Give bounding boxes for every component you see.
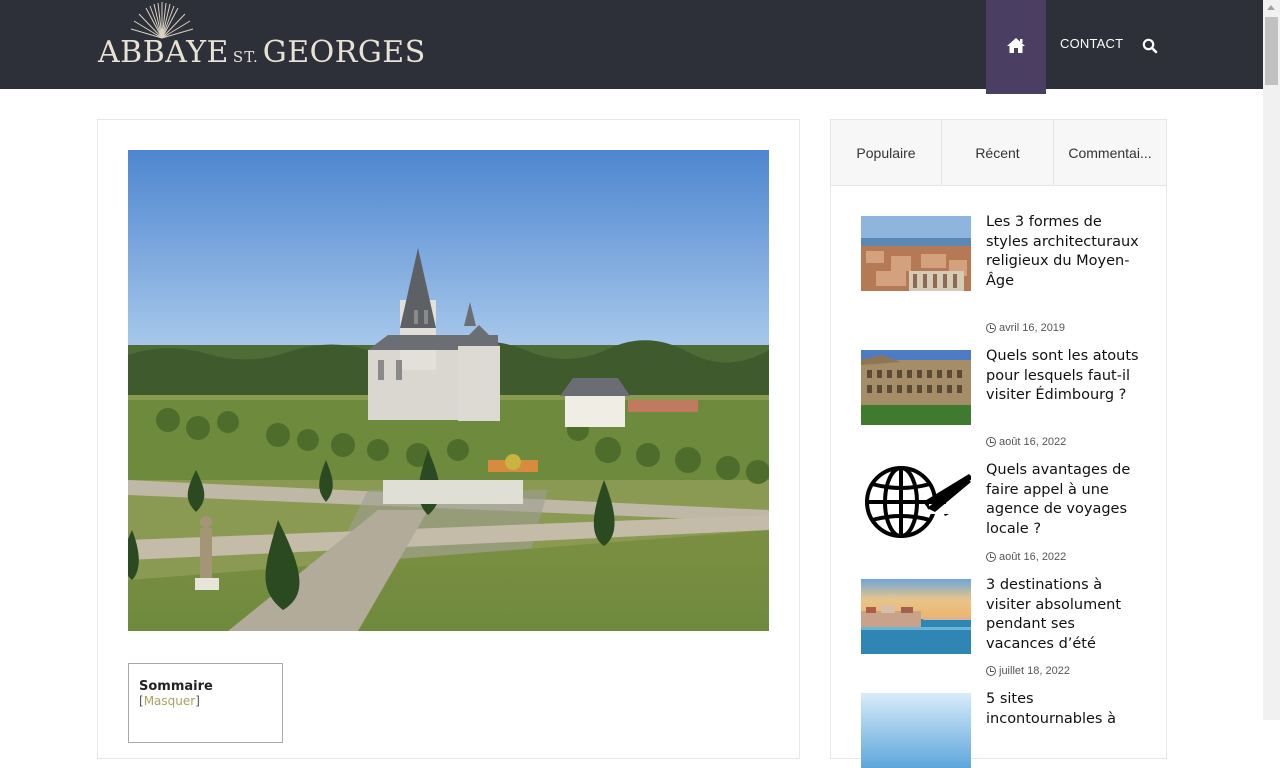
search-icon — [1142, 38, 1158, 54]
logo-abbaye: ABBAYE — [98, 35, 229, 70]
site-logo[interactable]: ABBAYE ST. GEORGES — [98, 0, 425, 70]
toc-bracket-close: ] — [195, 694, 200, 708]
post-title[interactable]: Quels avantages de faire appel à une age… — [986, 461, 1141, 539]
nav-home-button[interactable] — [986, 0, 1046, 94]
post-date: juillet 18, 2022 — [986, 665, 1070, 677]
post-thumbnail[interactable] — [861, 464, 971, 539]
post-title[interactable]: Les 3 formes de styles architecturaux re… — [986, 213, 1141, 291]
clock-icon — [986, 666, 996, 676]
post-thumbnail[interactable] — [861, 693, 971, 768]
scrollbar-thumb[interactable] — [1265, 17, 1278, 85]
clock-icon — [986, 323, 996, 333]
globe-plane-icon — [861, 464, 971, 539]
clock-icon — [986, 437, 996, 447]
post-title[interactable]: 5 sites incontournables à — [986, 690, 1141, 729]
post-thumbnail[interactable] — [861, 579, 971, 654]
post-date: août 16, 2022 — [986, 436, 1066, 448]
abbey-garden-image — [128, 150, 769, 631]
logo-text: ABBAYE ST. GEORGES — [98, 36, 426, 74]
post-date: août 16, 2022 — [986, 551, 1066, 563]
post-thumbnail[interactable] — [861, 216, 971, 291]
post-date-text: août 16, 2022 — [999, 436, 1067, 448]
sunburst-logo-icon — [130, 2, 194, 39]
sidebar-tabs: Populaire Récent Commentai... — [831, 120, 1166, 186]
post-date-text: août 16, 2022 — [999, 551, 1067, 563]
clock-icon — [986, 552, 996, 562]
tab-comments[interactable]: Commentai... — [1054, 120, 1166, 185]
nav-contact-link[interactable]: CONTACT — [1060, 36, 1123, 51]
post-date-text: avril 16, 2019 — [999, 322, 1066, 334]
city-aerial-image — [861, 216, 971, 291]
home-icon — [1007, 37, 1025, 53]
tab-popular[interactable]: Populaire — [831, 120, 942, 185]
post-date: avril 16, 2019 — [986, 322, 1065, 334]
toc-hide-link[interactable]: Masquer — [144, 694, 196, 708]
toc-title: Sommaire — [139, 679, 213, 694]
site-header: ABBAYE ST. GEORGES CONTACT — [0, 0, 1263, 94]
page-scrollbar[interactable] — [1263, 0, 1280, 720]
sky-landscape-image — [861, 693, 971, 768]
table-of-contents: Sommaire [Masquer] — [128, 663, 283, 743]
sidebar-widget: Populaire Récent Commentai... Les 3 form… — [830, 119, 1167, 768]
post-thumbnail[interactable] — [861, 350, 971, 425]
tab-recent[interactable]: Récent — [942, 120, 1054, 185]
post-title[interactable]: Quels sont les atouts pour lesquels faut… — [986, 347, 1141, 406]
logo-georges: GEORGES — [262, 35, 426, 70]
toc-toggle: [Masquer] — [139, 694, 200, 708]
article-hero-image — [128, 150, 769, 631]
post-date-text: juillet 18, 2022 — [999, 665, 1070, 677]
post-title[interactable]: 3 destinations à visiter absolument pend… — [986, 576, 1141, 654]
logo-st: ST. — [232, 48, 259, 66]
palace-courtyard-image — [861, 350, 971, 425]
harbor-sunset-image — [861, 579, 971, 654]
search-button[interactable] — [1141, 37, 1159, 55]
scroll-up-arrow-icon[interactable] — [1267, 5, 1275, 10]
article-card: Sommaire [Masquer] — [97, 119, 800, 759]
